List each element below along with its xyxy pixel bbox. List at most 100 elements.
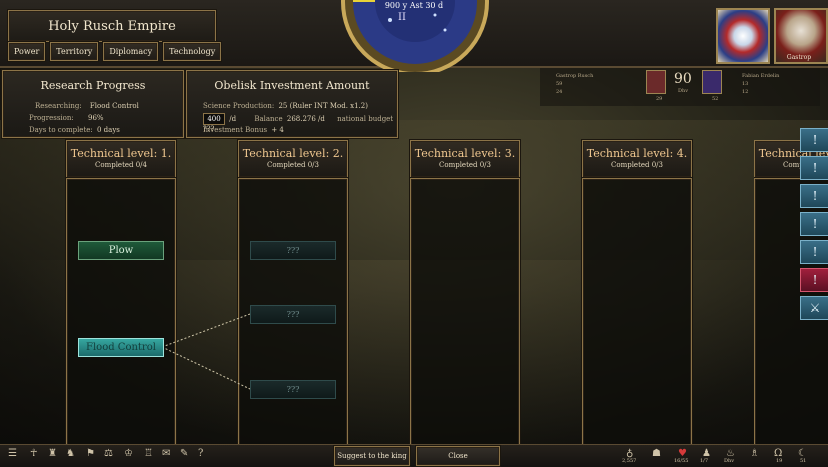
tech-node-unknown[interactable]: ??? (250, 380, 336, 399)
flag-icon[interactable]: ⚑ (86, 448, 95, 459)
tech-column-header: Technical level: 2. Completed 0/3 (238, 140, 348, 178)
person-icon[interactable]: ☥ (30, 448, 37, 459)
stat-left-b: 24 (556, 89, 563, 95)
days-row: Days to complete: 0 days (29, 126, 120, 134)
tab-technology[interactable]: Technology (163, 42, 222, 61)
tech-level-title: Technical level: 2. (242, 147, 344, 160)
progression-value: 96% (87, 114, 104, 122)
day-clock-dial (341, 0, 489, 72)
tech-level-completed: Completed 0/4 (95, 161, 147, 169)
population-icon: ☗ (652, 448, 661, 459)
event-alert-button[interactable]: ! (800, 156, 828, 180)
menu-icon[interactable]: ☰ (8, 448, 17, 459)
bag-icon[interactable]: ♜ (48, 448, 57, 459)
researching-row: Researching: Flood Control (35, 102, 139, 110)
event-alert-button[interactable]: ! (800, 128, 828, 152)
suggest-to-king-button[interactable]: Suggest to the king (334, 446, 410, 466)
obelisk-investment-panel: Obelisk Investment Amount Science Produc… (186, 70, 398, 138)
stat-left-c: 29 (656, 96, 663, 102)
tech-column-body (410, 178, 520, 448)
stat-left-a: 59 (556, 81, 563, 87)
stat-big-value: 90 (674, 71, 692, 87)
faith-icon: ♗ (750, 448, 759, 459)
resource-troops-value: 1/7 (700, 458, 709, 464)
resource-gold-value: 2,557 (622, 458, 637, 464)
balance-label: Balance (254, 115, 283, 123)
science-label: Science Production: (203, 102, 275, 110)
progression-label: Progression: (29, 114, 74, 122)
clock-numeral: II (398, 12, 406, 23)
science-value: 25 (Ruler INT Mod. x1.2) (278, 102, 368, 110)
tech-node-unknown[interactable]: ??? (250, 241, 336, 260)
close-button[interactable]: Close (416, 446, 500, 466)
progression-row: Progression: 96% (29, 114, 104, 122)
tech-node-plow[interactable]: Plow (78, 241, 164, 260)
tech-level-title: Technical level: 3. (414, 147, 516, 160)
tab-diplomacy[interactable]: Diplomacy (103, 42, 159, 61)
book-icon[interactable]: ✉ (162, 448, 170, 459)
tech-level-title: Technical level: 4. (586, 147, 688, 160)
ruler-name: Gastrop (786, 54, 812, 61)
resource-horses-value: 19 (776, 458, 783, 464)
stat-big-sub: Dhv (678, 88, 689, 94)
tab-power[interactable]: Power (8, 42, 46, 61)
research-title: Research Progress (40, 79, 146, 92)
resource-harvest-value: 51 (800, 458, 807, 464)
shield-icon (646, 70, 666, 94)
obelisk-title: Obelisk Investment Amount (214, 79, 370, 92)
stat-right-b: 12 (742, 89, 749, 95)
tech-level-title: Technical level: 1. (70, 147, 172, 160)
balance-value: 268.276 (286, 115, 316, 123)
tech-column-4: Technical level: 4. Completed 0/3 (582, 140, 692, 448)
resource-food-value: Dhv (724, 458, 735, 464)
researching-label: Researching: (35, 102, 82, 110)
tech-column-3: Technical level: 3. Completed 0/3 (410, 140, 520, 448)
army-icon[interactable]: ♞ (66, 448, 75, 459)
castle-icon[interactable]: ♖ (144, 448, 153, 459)
tech-column-body (66, 178, 176, 448)
event-alert-button[interactable]: ! (800, 184, 828, 208)
days-value: 0 days (97, 126, 120, 134)
crown-icon[interactable]: ♔ (124, 448, 133, 459)
tech-node-unknown[interactable]: ??? (250, 305, 336, 324)
realm-title: Holy Rusch Empire (48, 18, 176, 34)
tech-level-completed: Completed 0/3 (267, 161, 319, 169)
budget-label: national budget (337, 115, 394, 123)
main-tabs: Power Territory Diplomacy Technology (8, 42, 222, 61)
tech-column-header: Technical level: 1. Completed 0/4 (66, 140, 176, 178)
event-alert-button[interactable]: ! (800, 240, 828, 264)
scales-icon[interactable]: ⚖ (104, 448, 113, 459)
bonus-value: + 4 (271, 126, 284, 134)
tech-column-header: Technical level: 3. Completed 0/3 (410, 140, 520, 178)
bonus-label: Investment Bonus (203, 126, 268, 134)
stat-right-name: Fabian Erdelin (742, 73, 780, 79)
tech-column-1: Technical level: 1. Completed 0/4 (66, 140, 176, 448)
investment-unit: /d (229, 115, 237, 123)
event-alert-button[interactable]: ! (800, 212, 828, 236)
date-label: 900 y Ast 30 d (384, 1, 444, 10)
balance-unit: /d (318, 115, 325, 123)
stat-right-c: 52 (712, 96, 719, 102)
stat-right-a: 13 (742, 81, 749, 87)
tech-level-completed: Completed 0/3 (611, 161, 663, 169)
science-row: Science Production: 25 (Ruler INT Mod. x… (203, 102, 368, 110)
battle-alert-button[interactable]: ⚔ (800, 296, 828, 320)
help-icon[interactable]: ? (198, 448, 203, 459)
tech-column-body (582, 178, 692, 448)
researching-value: Flood Control (89, 102, 139, 110)
days-label: Days to complete: (29, 126, 93, 134)
investment-input[interactable]: 400 (203, 113, 225, 125)
stat-left-name: Gastrop Rusch (556, 73, 594, 79)
research-progress-panel: Research Progress Researching: Flood Con… (2, 70, 184, 138)
coat-of-arms-portrait[interactable] (716, 8, 770, 64)
scroll-icon[interactable]: ✎ (180, 448, 188, 459)
tech-column-2: Technical level: 2. Completed 0/3 (238, 140, 348, 448)
tech-column-header: Technical level: 4. Completed 0/3 (582, 140, 692, 178)
rival-shield-icon (702, 70, 722, 94)
bonus-row: Investment Bonus + 4 (203, 126, 284, 134)
event-alert-button[interactable]: ! (800, 268, 828, 292)
tab-territory[interactable]: Territory (50, 42, 99, 61)
tech-level-completed: Completed 0/3 (439, 161, 491, 169)
resource-health-value: 16/55 (674, 458, 689, 464)
tech-node-flood-control[interactable]: Flood Control (78, 338, 164, 357)
